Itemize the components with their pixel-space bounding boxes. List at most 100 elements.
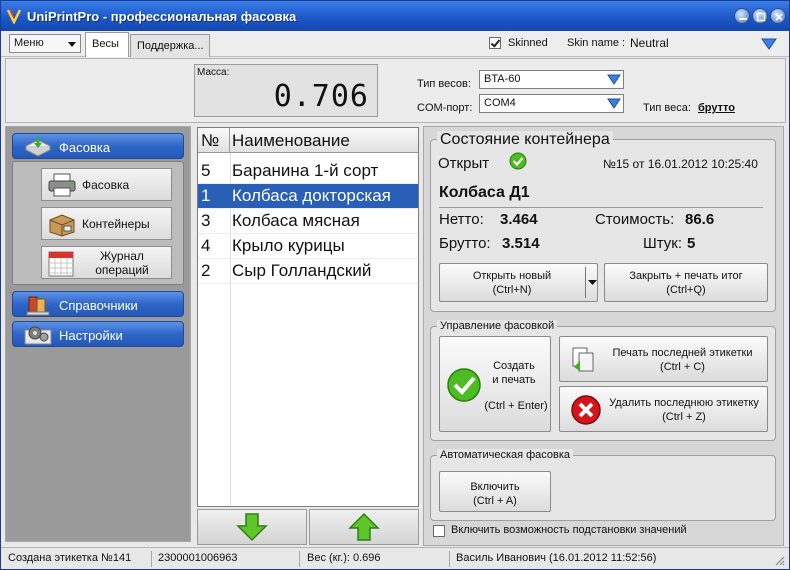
enable-auto-button[interactable]: Включить (Ctrl + A) [439, 471, 551, 512]
skinned-checkbox[interactable] [489, 37, 501, 49]
close-and-print-total-button[interactable]: Закрыть + печать итог (Ctrl+Q) [604, 263, 768, 302]
create-and-print-button[interactable]: Создать и печать (Ctrl + Enter) [439, 336, 551, 432]
scale-type-select[interactable]: BTA-60 [479, 70, 624, 89]
product-row[interactable]: 5 Баранина 1-й сорт [198, 159, 418, 184]
product-row[interactable]: 2 Сыр Голландский [198, 259, 418, 284]
weight-type-label: Тип веса: [643, 102, 691, 114]
skin-name-label: Skin name : [567, 37, 626, 49]
cost-value: 86.6 [685, 211, 715, 228]
auto-packing-group: Автоматическая фасовка Включить (Ctrl + … [430, 449, 776, 521]
books-icon [26, 296, 50, 316]
chevron-down-icon [607, 98, 621, 109]
open-new-label-line1: Открыть новый [472, 270, 552, 282]
close-window-button[interactable] [770, 8, 786, 24]
product-row[interactable]: 4 Крыло курицы [198, 234, 418, 259]
resize-grip-icon[interactable] [773, 554, 785, 566]
skin-dropdown-icon[interactable] [761, 37, 777, 51]
window-title: UniPrintPro - профессиональная фасовка [27, 9, 297, 24]
packing-control-group: Управление фасовкой Создать и печать (Ct… [430, 320, 776, 441]
mass-value: 0.706 [273, 79, 369, 114]
move-down-button[interactable] [197, 509, 307, 545]
count-label: Штук: [643, 235, 683, 252]
nav-section-packing[interactable]: Фасовка [12, 133, 184, 159]
weight-type-link[interactable]: брутто [698, 102, 735, 114]
minimize-button[interactable] [734, 8, 750, 24]
nav-item-operations-log-label: Журнал операций [82, 249, 162, 277]
menu-bar: Меню Весы Поддержка... Skinned Skin name… [1, 31, 789, 57]
status-label-created: Создана этикетка №141 [8, 552, 132, 564]
status-user-time: Василь Иванович (16.01.2012 11:52:56) [456, 552, 657, 564]
calendar-log-icon [48, 251, 74, 277]
tab-scales-label: Весы [92, 38, 119, 50]
scale-panel: Масса: 0.706 Тип весов: BTA-60 COM-порт:… [5, 58, 786, 123]
main-menu-label: Меню [14, 37, 44, 49]
product-name: Крыло курицы [232, 236, 345, 255]
nav-item-containers[interactable]: Контейнеры [41, 207, 172, 240]
check-ok-icon [509, 152, 527, 170]
column-header-number[interactable]: № [198, 128, 230, 153]
title-bar[interactable]: UniPrintPro - профессиональная фасовка [1, 1, 789, 31]
open-new-label-line2: (Ctrl+N) [492, 284, 532, 296]
product-name: Колбаса мясная [232, 211, 360, 230]
nav-section-packing-label: Фасовка [59, 140, 111, 155]
product-row[interactable]: 3 Колбаса мясная [198, 209, 418, 234]
print-last-label-button[interactable]: Печать последней этикетки (Ctrl + C) [559, 336, 768, 382]
com-port-value: COM4 [484, 97, 516, 109]
product-number: 1 [201, 186, 211, 205]
app-logo-icon [7, 9, 21, 24]
product-number: 3 [201, 211, 211, 230]
move-up-button[interactable] [309, 509, 419, 545]
split-divider [585, 267, 586, 298]
enable-auto-label-line2: (Ctrl + A) [473, 495, 517, 507]
nav-item-operations-log-line2: операций [95, 263, 149, 277]
delete-last-label-line2: (Ctrl + Z) [662, 411, 706, 423]
container-state-group: Состояние контейнера Открыт №15 от 16.01… [430, 131, 776, 312]
product-number: 4 [201, 236, 211, 255]
tab-support-label: Поддержка... [137, 40, 204, 52]
container-box-icon [49, 214, 75, 237]
com-port-select[interactable]: COM4 [479, 94, 624, 113]
container-number-date: №15 от 16.01.2012 10:25:40 [603, 157, 758, 171]
product-row-selected[interactable]: 1 Колбаса докторская [198, 184, 418, 209]
arrow-down-icon [236, 513, 268, 542]
product-name: Колбаса докторская [232, 186, 391, 205]
nav-item-packing[interactable]: Фасовка [41, 168, 172, 201]
net-value: 3.464 [500, 211, 538, 228]
create-label-line1: Создать [493, 360, 535, 372]
close-icon [775, 13, 783, 21]
nav-section-references-label: Справочники [59, 298, 138, 313]
maximize-icon [756, 12, 766, 22]
product-name: Сыр Голландский [232, 261, 372, 280]
reprint-label-icon [572, 347, 594, 372]
column-header-name[interactable]: Наименование [232, 131, 350, 151]
nav-section-references[interactable]: Справочники [12, 291, 184, 317]
product-name: Баранина 1-й сорт [232, 161, 379, 180]
scale-type-value: BTA-60 [484, 73, 521, 85]
nav-item-packing-label: Фасовка [82, 178, 130, 192]
tab-scales[interactable]: Весы [85, 32, 129, 57]
gross-label: Брутто: [439, 235, 491, 252]
close-print-label-line1: Закрыть + печать итог [629, 270, 743, 282]
open-new-container-button[interactable]: Открыть новый (Ctrl+N) [439, 263, 598, 302]
container-state-value: Открыт [438, 155, 490, 172]
nav-section-settings[interactable]: Настройки [12, 321, 184, 347]
status-weight: Вес (кг.): 0.696 [307, 552, 381, 564]
substitute-values-checkbox[interactable] [433, 525, 445, 537]
cost-label: Стоимость: [595, 211, 675, 228]
maximize-button[interactable] [752, 8, 768, 24]
left-navigation: Фасовка Фасовка Контейнеры Журнал операц… [5, 126, 191, 542]
status-bar: Создана этикетка №141 2300001006963 Вес … [1, 547, 789, 569]
scale-type-label: Тип весов: [417, 78, 471, 90]
nav-item-operations-log-line1: Журнал [100, 249, 144, 263]
product-list-header: № Наименование [198, 128, 418, 153]
nav-item-operations-log[interactable]: Журнал операций [41, 246, 172, 279]
substitute-values-label: Включить возможность подстановки значени… [451, 524, 687, 536]
main-menu-dropdown[interactable]: Меню [9, 34, 81, 53]
chevron-down-icon[interactable] [588, 280, 597, 286]
chevron-down-icon [607, 74, 621, 85]
printer-icon [48, 173, 76, 197]
skinned-label: Skinned [508, 37, 548, 49]
tab-support[interactable]: Поддержка... [130, 34, 210, 57]
delete-last-label-button[interactable]: Удалить последнюю этикетку (Ctrl + Z) [559, 386, 768, 432]
nav-packing-group: Фасовка Контейнеры Журнал операций [12, 161, 184, 285]
